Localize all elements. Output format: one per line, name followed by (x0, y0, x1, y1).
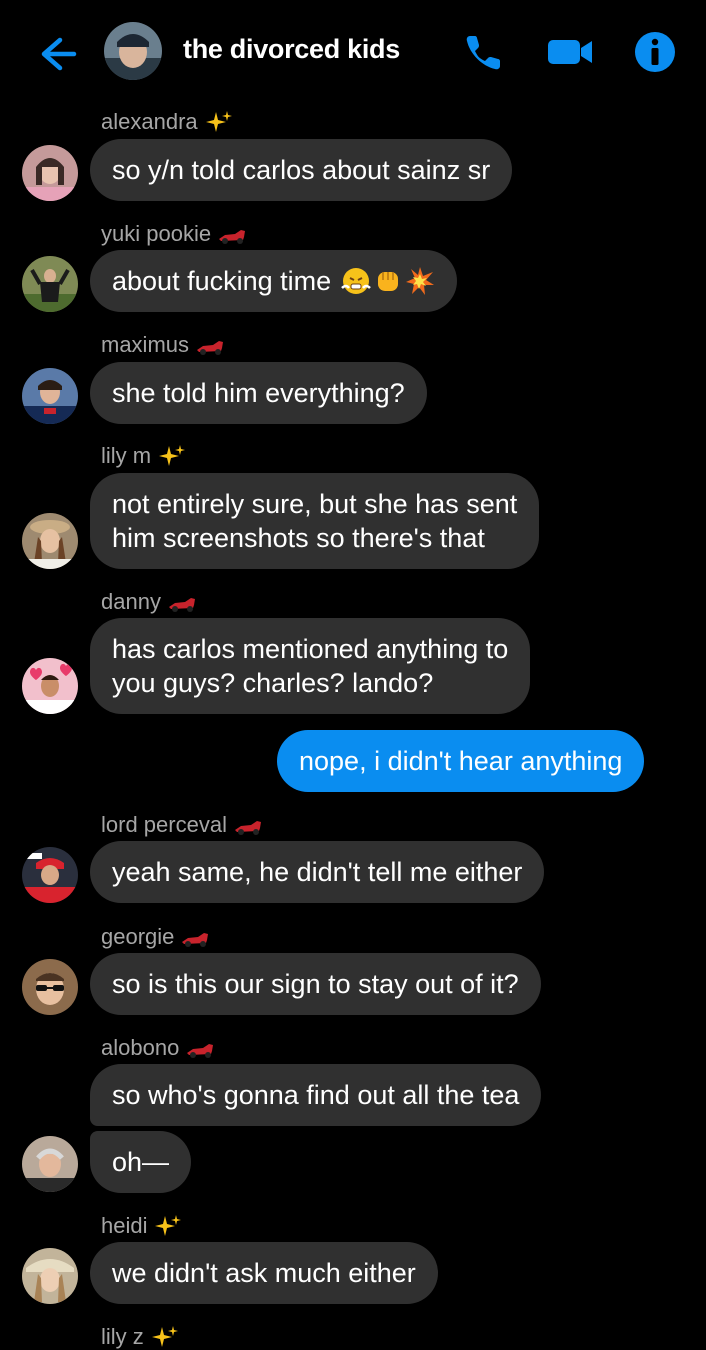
race-car-icon (233, 813, 263, 837)
sender-name: maximus (101, 332, 225, 358)
group-avatar[interactable] (104, 22, 162, 80)
sender-name: alobono (101, 1035, 215, 1061)
avatar[interactable] (22, 368, 78, 424)
message-bubble[interactable]: yeah same, he didn't tell me either (90, 841, 545, 903)
avatar[interactable] (22, 658, 78, 714)
message-bubble[interactable]: so is this our sign to stay out of it? (90, 953, 541, 1015)
my-message-bubble[interactable]: nope, i didn't hear anything (277, 730, 645, 792)
message-bubble[interactable]: so who's gonna find out all the tea (90, 1064, 542, 1126)
conversation-header: the divorced kids (0, 0, 706, 104)
message-bubble[interactable]: oh— (90, 1131, 192, 1193)
message-bubble[interactable]: so y/n told carlos about sainz sr (90, 139, 513, 201)
race-car-icon (180, 925, 210, 949)
message-bubble[interactable]: she told him everything? (90, 362, 427, 424)
message-bubble[interactable]: has carlos mentioned anything to you guy… (90, 618, 531, 714)
oncoming-fist-icon (373, 266, 403, 296)
avatar[interactable] (22, 145, 78, 201)
race-car-icon (217, 222, 247, 246)
avatar[interactable] (22, 959, 78, 1015)
avatar[interactable] (22, 256, 78, 312)
sender-name: danny (101, 589, 197, 615)
collision-icon (405, 266, 435, 296)
sparkles-icon (153, 1214, 183, 1238)
conversation-title[interactable]: the divorced kids (183, 34, 400, 65)
sender-name: yuki pookie (101, 221, 247, 247)
avatar[interactable] (22, 513, 78, 569)
sender-name: alexandra (101, 109, 234, 135)
race-car-icon (195, 333, 225, 357)
message-bubble[interactable]: we didn't ask much either (90, 1242, 438, 1304)
info-icon[interactable] (634, 31, 676, 73)
sender-name: lily z (101, 1324, 180, 1350)
phone-icon[interactable] (462, 30, 506, 74)
back-arrow-icon[interactable] (30, 30, 78, 78)
sparkles-icon (157, 444, 187, 468)
message-bubble[interactable]: not entirely sure, but she has sent him … (90, 473, 540, 569)
video-camera-icon[interactable] (546, 30, 594, 74)
sender-name: lord perceval (101, 812, 263, 838)
avatar[interactable] (22, 847, 78, 903)
sparkles-icon (150, 1325, 180, 1349)
sparkles-icon (204, 110, 234, 134)
race-car-icon (167, 590, 197, 614)
race-car-icon (185, 1036, 215, 1060)
avatar[interactable] (22, 1136, 78, 1192)
sender-name: georgie (101, 924, 210, 950)
sender-name: lily m (101, 443, 187, 469)
message-bubble[interactable]: about fucking time (90, 250, 457, 312)
avatar[interactable] (22, 1248, 78, 1304)
face-with-steam-icon (340, 266, 371, 296)
sender-name: heidi (101, 1213, 183, 1239)
